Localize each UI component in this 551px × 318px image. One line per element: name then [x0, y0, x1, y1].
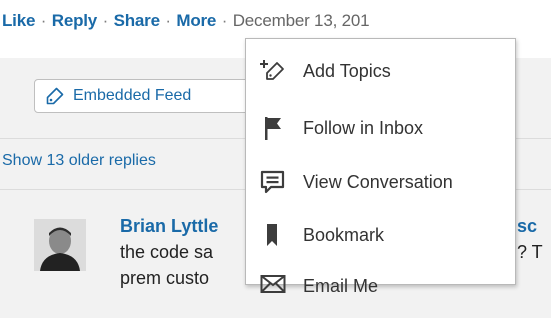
menu-item-label: Add Topics	[303, 61, 391, 81]
like-link[interactable]: Like	[2, 11, 35, 30]
tag-icon	[45, 86, 65, 106]
avatar[interactable]	[34, 219, 86, 271]
conversation-icon	[260, 170, 286, 194]
comment-author-link[interactable]: Brian Lyttle	[120, 216, 218, 237]
separator: ·	[165, 11, 171, 30]
menu-item-add-topics[interactable]: Add Topics	[246, 51, 515, 91]
add-topic-icon	[260, 59, 286, 83]
comment-text-fragment: ? T	[517, 242, 543, 262]
menu-item-email-me[interactable]: Email Me	[246, 266, 515, 296]
feed-action-bar: Like · Reply · Share · More · December 1…	[2, 11, 370, 31]
menu-item-label: View Conversation	[303, 172, 453, 192]
menu-item-follow-in-inbox[interactable]: Follow in Inbox	[246, 108, 515, 148]
menu-item-label: Bookmark	[303, 225, 385, 245]
envelope-icon	[260, 272, 286, 296]
post-date: December 13, 201	[232, 11, 370, 30]
embedded-feed-button[interactable]: Embedded Feed	[34, 79, 264, 113]
menu-item-bookmark[interactable]: Bookmark	[246, 215, 515, 255]
more-link[interactable]: More	[176, 11, 216, 30]
reply-link[interactable]: Reply	[52, 11, 97, 30]
separator: ·	[221, 11, 228, 30]
menu-item-label: Email Me	[303, 276, 379, 296]
comment-author-fragment[interactable]: sc	[517, 216, 537, 237]
bookmark-icon	[260, 223, 286, 247]
flag-icon	[260, 116, 286, 140]
separator: ·	[102, 11, 109, 30]
show-older-replies-link[interactable]: Show 13 older replies	[2, 152, 156, 170]
separator: ·	[40, 11, 47, 30]
more-dropdown-menu: Add Topics Follow in Inbox View Conversa…	[245, 38, 516, 296]
menu-item-view-conversation[interactable]: View Conversation	[246, 162, 515, 202]
menu-item-label: Follow in Inbox	[303, 118, 424, 138]
embedded-feed-label: Embedded Feed	[73, 87, 192, 104]
comment-text-line: the code sa	[120, 242, 214, 262]
share-link[interactable]: Share	[114, 11, 160, 30]
comment-text-line: prem custo	[120, 268, 210, 288]
